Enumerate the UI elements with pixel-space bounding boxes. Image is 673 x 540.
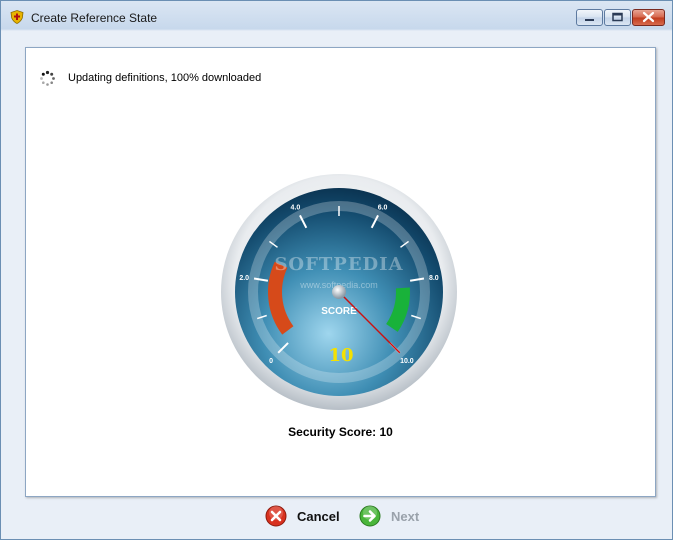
window-title: Create Reference State xyxy=(31,11,158,25)
gauge-graphic: 02.04.06.08.010.0 SOFTPEDIA www.softpedi… xyxy=(221,174,457,410)
title-bar[interactable]: Create Reference State xyxy=(1,1,672,33)
gauge-hub xyxy=(332,285,346,299)
minimize-icon xyxy=(585,19,594,21)
shield-icon xyxy=(10,10,24,24)
content-panel: Updating definitions, 100% downloaded 0 … xyxy=(25,47,656,497)
gauge-tick-label: 6.0 xyxy=(378,204,388,211)
dialog-window: Create Reference State Updating definiti… xyxy=(0,0,673,540)
spinner-icon xyxy=(40,70,55,86)
close-icon xyxy=(642,11,655,23)
status-text: Updating definitions, 100% downloaded xyxy=(68,72,262,84)
softpedia-watermark: SOFTPEDIA xyxy=(274,254,403,275)
gauge-tick-label: 0 xyxy=(269,358,273,365)
maximize-icon xyxy=(612,12,623,22)
gauge-tick-label: 10.0 xyxy=(400,358,414,365)
next-button[interactable]: Next xyxy=(359,503,419,529)
close-button[interactable] xyxy=(632,9,665,26)
next-label: Next xyxy=(391,508,420,524)
gauge-value: 10 xyxy=(328,345,353,366)
gauge-tick-label: 8.0 xyxy=(429,275,439,282)
next-arrow-icon xyxy=(359,505,381,527)
gauge-label: SCORE xyxy=(321,306,357,317)
minimize-button[interactable] xyxy=(576,9,603,26)
security-score-gauge: 02.04.06.08.010.0 SOFTPEDIA www.softpedi… xyxy=(219,172,459,412)
cancel-button[interactable]: Cancel xyxy=(265,503,340,529)
gauge-tick-label: 4.0 xyxy=(291,204,301,211)
gauge-tick-label: 2.0 xyxy=(239,275,249,282)
cancel-label: Cancel xyxy=(297,508,340,524)
security-score-caption: Security Score: 10 xyxy=(288,425,393,439)
cancel-icon xyxy=(265,505,287,527)
maximize-button[interactable] xyxy=(604,9,631,26)
